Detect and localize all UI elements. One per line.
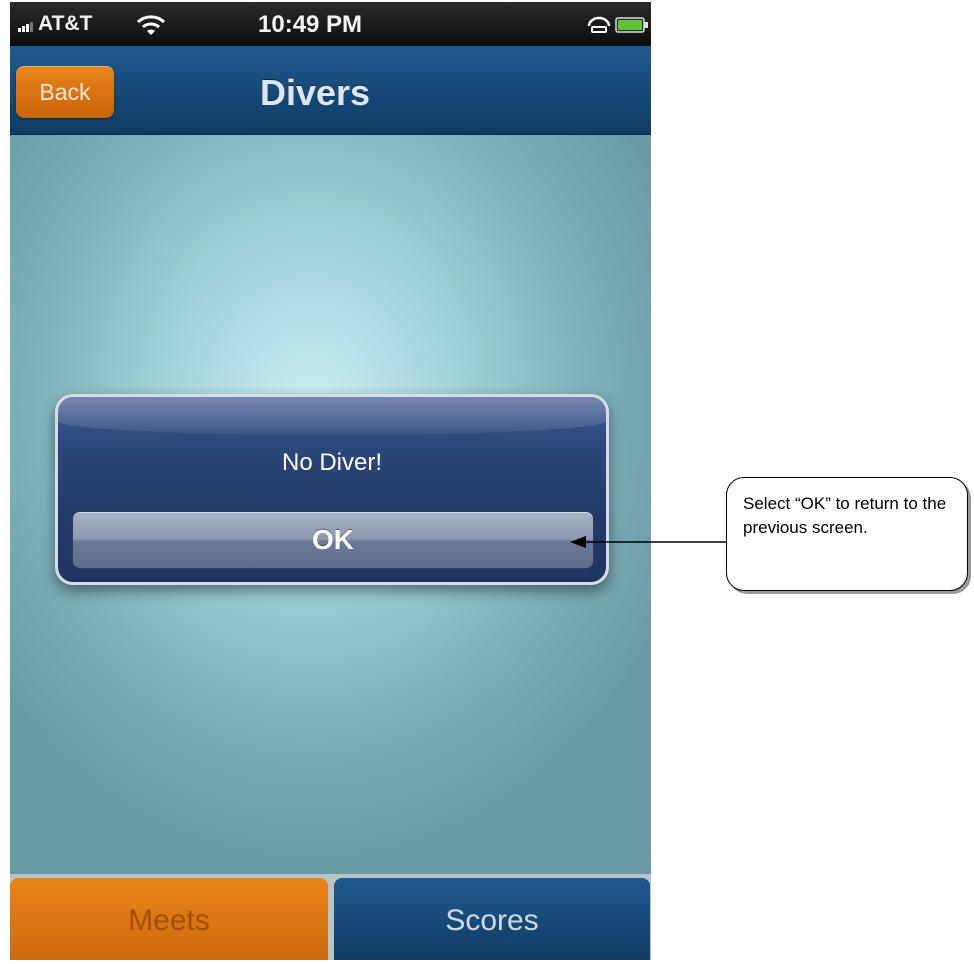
- battery-icon: [615, 17, 648, 33]
- alert-gloss: [58, 397, 606, 435]
- alert-message: No Diver!: [281, 449, 383, 476]
- phone-screen: AT&T 10:49 PM Back Divers No Diver! OK M…: [10, 2, 651, 960]
- navigation-bar: Back Divers: [10, 46, 651, 135]
- status-bar: AT&T 10:49 PM: [10, 2, 651, 46]
- signal-strength-icon: [18, 22, 33, 32]
- alert-dialog: No Diver! OK: [55, 394, 609, 585]
- page-title: Divers: [259, 72, 371, 113]
- callout-text: Select “OK” to return to the previous sc…: [743, 494, 947, 537]
- back-button[interactable]: Back: [16, 66, 114, 118]
- ok-button[interactable]: OK: [72, 511, 594, 569]
- sync-icon: [587, 16, 611, 33]
- status-time: 10:49 PM: [258, 11, 363, 38]
- callout-arrow: [570, 536, 728, 548]
- tab-scores[interactable]: Scores: [334, 878, 650, 960]
- tab-bar: Meets Scores: [10, 874, 651, 960]
- tab-meets[interactable]: Meets: [10, 878, 328, 960]
- callout-box: Select “OK” to return to the previous sc…: [726, 477, 968, 591]
- wifi-icon: [136, 15, 166, 35]
- carrier-name: AT&T: [38, 12, 93, 35]
